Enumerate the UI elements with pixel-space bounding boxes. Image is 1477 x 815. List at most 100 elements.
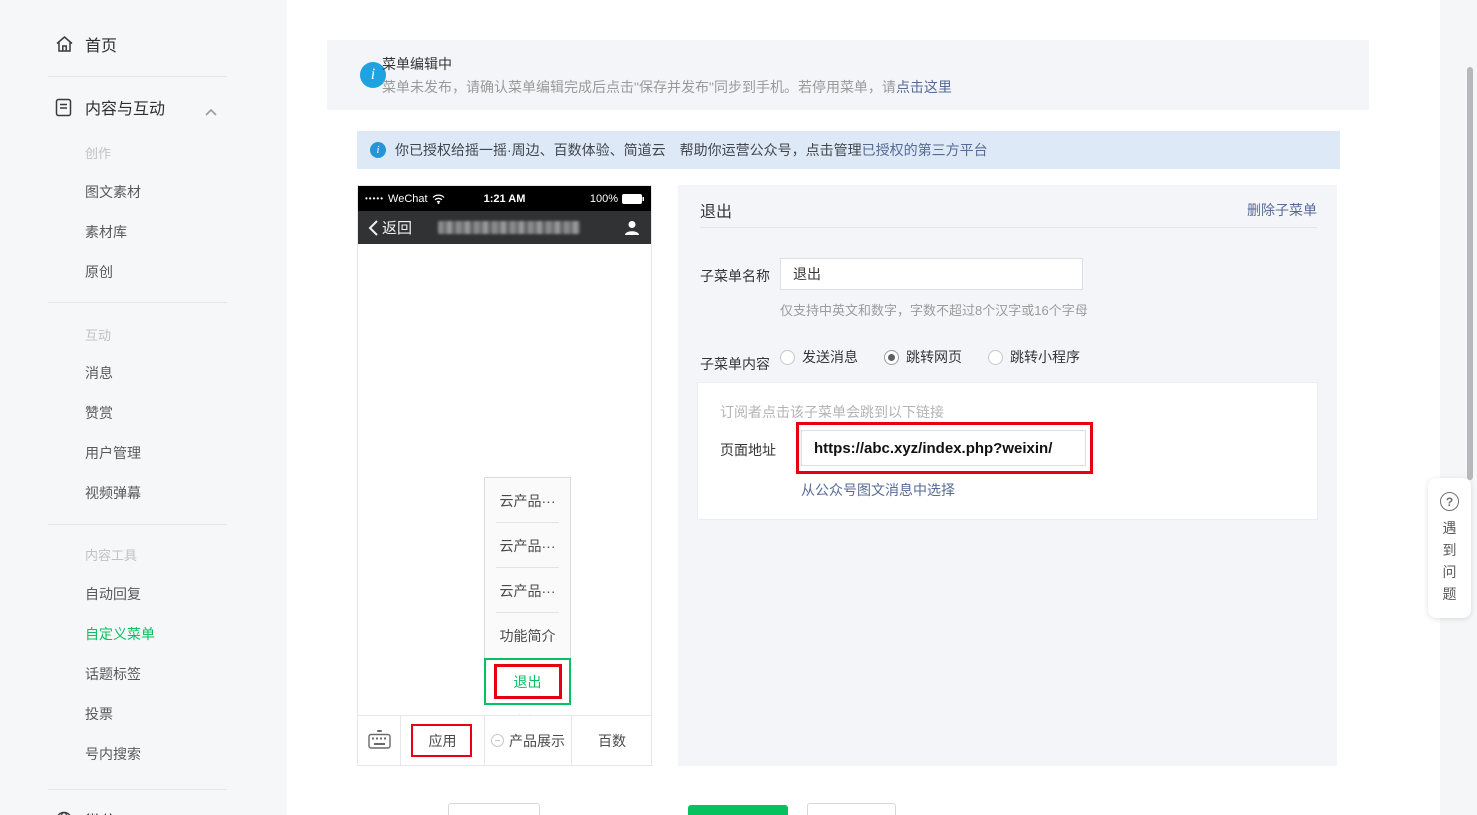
radio-circle-checked-icon: [884, 349, 899, 365]
chevron-up-icon[interactable]: [205, 103, 217, 121]
secondary-button-right[interactable]: [807, 803, 896, 815]
phone-menu-bar: 应用 产品展示 百数: [358, 715, 651, 765]
help-floating-button[interactable]: ? 遇 到 问 题: [1428, 478, 1471, 618]
radio-circle-icon: [780, 349, 795, 365]
back-chevron-icon[interactable]: [368, 219, 378, 236]
back-label[interactable]: 返回: [382, 217, 412, 238]
keyboard-icon: [367, 729, 391, 752]
sidebar-item-vote[interactable]: 投票: [85, 704, 113, 724]
sidebar-item-messages[interactable]: 消息: [85, 363, 113, 383]
sidebar-item-auto-reply[interactable]: 自动回复: [85, 584, 141, 604]
keyboard-toggle-button[interactable]: [358, 716, 401, 765]
menu-tab-baishu[interactable]: 百数: [572, 716, 652, 765]
secondary-button-left[interactable]: [448, 803, 540, 815]
radio-label: 跳转网页: [906, 349, 962, 365]
submenu-edit-panel: 退出 删除子菜单 子菜单名称 仅支持中英文和数字，字数不超过8个汉字或16个字母…: [678, 185, 1337, 766]
phone-preview: ••••• WeChat 1:21 AM 100% 返回 云产品··· 云产品·…: [357, 185, 652, 766]
page-url-input[interactable]: [801, 430, 1086, 466]
sidebar-item-material-library[interactable]: 素材库: [85, 222, 127, 242]
submenu-item-features[interactable]: 功能简介: [485, 613, 570, 658]
radio-jump-miniprogram[interactable]: 跳转小程序: [988, 347, 1080, 367]
sidebar-item-custom-menu-active[interactable]: 自定义菜单: [85, 624, 155, 644]
menu-tab-label: 百数: [598, 732, 626, 749]
authbar-text-main: 你已授权给摇一摇·周边、百数体验、简道云 帮助你运营公众号，点击管理: [395, 142, 862, 158]
sidebar-divider: [48, 302, 227, 303]
authorized-platforms-link[interactable]: 已授权的第三方平台: [862, 142, 988, 158]
primary-green-button[interactable]: [688, 805, 788, 815]
globe-icon: [55, 811, 73, 815]
submenu-name-hint: 仅支持中英文和数字，字数不超过8个汉字或16个字母: [780, 303, 1088, 318]
radio-jump-webpage-selected[interactable]: 跳转网页: [884, 347, 962, 367]
delete-submenu-link[interactable]: 删除子菜单: [1247, 200, 1317, 220]
submenu-item[interactable]: 云产品···: [485, 568, 570, 613]
radio-label: 发送消息: [802, 349, 858, 365]
menu-tab-product-display[interactable]: 产品展示: [485, 716, 572, 765]
account-name-redacted: [438, 221, 581, 234]
sidebar-divider: [48, 524, 227, 525]
click-here-link[interactable]: 点击这里: [896, 79, 952, 95]
sidebar-wechat-label: 微信: [85, 808, 117, 815]
radio-label: 跳转小程序: [1010, 349, 1080, 365]
sidebar-item-topic-tags[interactable]: 话题标签: [85, 664, 141, 684]
content-type-radio-group: 发送消息 跳转网页 跳转小程序: [780, 347, 1080, 367]
submenu-item-label: 功能简介: [499, 627, 556, 644]
scrollbar-thumb[interactable]: [1467, 67, 1473, 480]
submenu-name-input[interactable]: [780, 258, 1083, 290]
panel-title: 退出: [700, 204, 733, 221]
question-icon: ?: [1440, 492, 1459, 511]
submenu-item[interactable]: 云产品···: [485, 523, 570, 568]
battery-percent-label: 100%: [589, 192, 618, 205]
selected-submenu-label: 退出: [513, 673, 542, 690]
phone-status-bar: ••••• WeChat 1:21 AM 100%: [358, 186, 651, 211]
sidebar-group-create: 创作: [85, 146, 112, 161]
user-icon[interactable]: [623, 219, 641, 237]
divider: [700, 227, 1317, 228]
sidebar-section-content[interactable]: 内容与互动: [0, 95, 287, 119]
banner-body: 菜单未发布，请确认菜单编辑完成后点击"保存并发布"同步到手机。若停用菜单，请点击…: [382, 77, 952, 97]
sidebar-item-in-account-search[interactable]: 号内搜索: [85, 744, 141, 764]
sidebar-home-label: 首页: [85, 38, 118, 55]
sidebar-item-image-text-material[interactable]: 图文素材: [85, 182, 141, 202]
submenu-content-label: 子菜单内容: [700, 356, 770, 372]
sidebar-item-original[interactable]: 原创: [85, 262, 113, 282]
sidebar-group-interaction: 互动: [85, 328, 112, 343]
pick-from-articles-link[interactable]: 从公众号图文消息中选择: [801, 480, 955, 500]
page: 首页 内容与互动 创作 图文素材 素材库 原创 互动 消息 赞赏 用户管理 视频…: [0, 0, 1477, 815]
home-icon: [55, 35, 74, 53]
sidebar-section-label: 内容与互动: [85, 101, 166, 118]
submenu-item-label: 云产品···: [499, 582, 556, 599]
info-icon: i: [370, 142, 386, 158]
help-label-char: 遇: [1442, 520, 1457, 536]
sidebar-item-video-danmu[interactable]: 视频弹幕: [85, 483, 141, 503]
menu-tab-label: 应用: [428, 732, 457, 749]
sidebar-item-appreciation[interactable]: 赞赏: [85, 403, 113, 423]
authbar-text: 你已授权给摇一摇·周边、百数体验、简道云 帮助你运营公众号，点击管理已授权的第三…: [395, 131, 988, 169]
submenu-item[interactable]: 云产品···: [485, 478, 570, 523]
help-label-char: 题: [1442, 586, 1457, 602]
minus-circle-icon: [491, 734, 504, 747]
page-url-label: 页面地址: [720, 442, 776, 458]
jump-link-box: 订阅者点击该子菜单会跳到以下链接 页面地址 从公众号图文消息中选择: [697, 382, 1318, 520]
battery-icon: [622, 193, 644, 204]
sidebar-divider: [48, 76, 227, 77]
banner-body-text: 菜单未发布，请确认菜单编辑完成后点击"保存并发布"同步到手机。若停用菜单，请: [382, 79, 896, 95]
sidebar-item-wechat-partial[interactable]: 微信: [0, 806, 287, 815]
banner-title: 菜单编辑中: [382, 56, 452, 72]
menu-tab-app[interactable]: 应用: [401, 716, 485, 765]
sidebar-item-home[interactable]: 首页: [0, 32, 287, 56]
sidebar-group-content-tools: 内容工具: [85, 548, 138, 563]
help-label-char: 到: [1442, 542, 1457, 558]
menu-editing-banner: i 菜单编辑中 菜单未发布，请确认菜单编辑完成后点击"保存并发布"同步到手机。若…: [327, 40, 1369, 110]
sidebar-item-user-management[interactable]: 用户管理: [85, 443, 141, 463]
submenu-item-label: 云产品···: [499, 492, 556, 509]
sidebar-divider: [48, 789, 227, 790]
phone-nav-bar: 返回: [358, 211, 651, 244]
menu-tab-label: 产品展示: [509, 732, 565, 749]
jump-link-note: 订阅者点击该子菜单会跳到以下链接: [720, 404, 944, 420]
radio-circle-icon: [988, 349, 1003, 365]
submenu-item-label: 云产品···: [499, 537, 556, 554]
document-icon: [55, 98, 72, 117]
selected-submenu-item-exit[interactable]: 退出: [484, 658, 571, 705]
radio-send-message[interactable]: 发送消息: [780, 347, 858, 367]
submenu-popup: 云产品··· 云产品··· 云产品··· 功能简介 退出: [484, 477, 571, 705]
